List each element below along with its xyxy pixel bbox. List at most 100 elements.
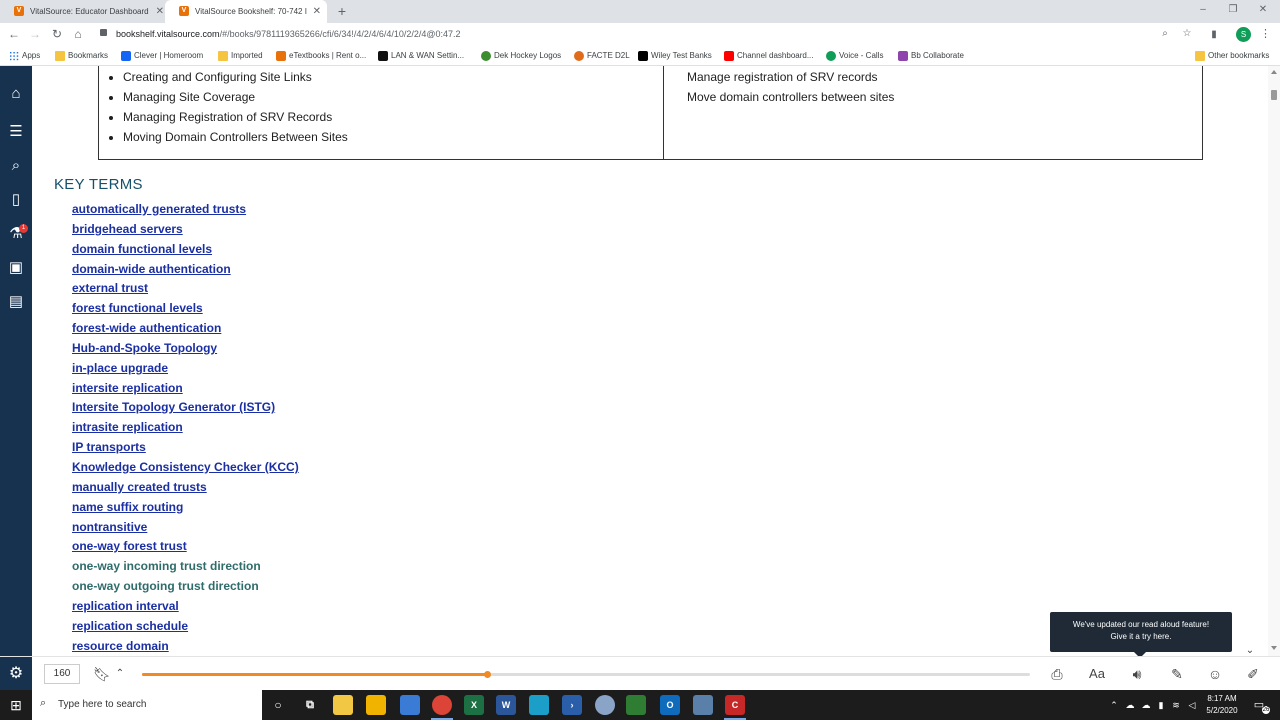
highlighter-pen-icon[interactable]: ✎ <box>1167 664 1187 684</box>
key-term-link[interactable]: forest-wide authentication <box>72 319 299 339</box>
key-term-link[interactable]: domain functional levels <box>72 240 299 260</box>
cortana-icon[interactable]: ○ <box>268 695 288 715</box>
print-icon[interactable]: ⎙ <box>1047 664 1067 684</box>
app-icon[interactable] <box>529 695 549 715</box>
volume-icon[interactable]: ◁ <box>1185 690 1199 720</box>
bookmark-apps[interactable]: Apps <box>9 46 40 66</box>
home-icon[interactable]: ⌂ <box>6 84 26 104</box>
address-bar[interactable]: bookshelf.vitalsource.com/#/books/978111… <box>92 25 1202 44</box>
read-aloud-toast[interactable]: We've updated our read aloud feature! Gi… <box>1050 612 1232 658</box>
key-term-link[interactable]: in-place upgrade <box>72 359 299 379</box>
page-scrollbar[interactable] <box>1268 66 1280 656</box>
battery-icon[interactable]: ▮ <box>1155 690 1167 720</box>
key-term-link[interactable]: external trust <box>72 279 299 299</box>
key-term-link[interactable]: one-way forest trust <box>72 537 299 557</box>
key-term-link[interactable]: forest functional levels <box>72 299 299 319</box>
flashcards-icon[interactable]: ▤ <box>6 292 26 312</box>
notes-app-icon[interactable] <box>626 695 646 715</box>
text-size-icon[interactable]: Aa <box>1087 664 1107 684</box>
table-of-contents-icon[interactable]: ☰ <box>6 122 26 142</box>
image-icon[interactable]: ▣ <box>6 258 26 278</box>
key-term-link[interactable]: domain-wide authentication <box>72 260 299 280</box>
home-icon[interactable]: ⌂ <box>70 26 86 42</box>
taskbar-search-box[interactable]: ⌕ Type here to search <box>32 690 262 720</box>
forward-arrow-icon[interactable]: → <box>27 26 43 42</box>
feedback-icon[interactable]: ☺ <box>1205 664 1225 684</box>
reading-progress-slider[interactable] <box>142 671 1030 678</box>
close-window-button[interactable]: ✕ <box>1248 0 1278 23</box>
mail-icon[interactable] <box>400 695 420 715</box>
powershell-icon[interactable]: › <box>562 695 582 715</box>
bookmark-voice[interactable]: Voice - Calls <box>826 46 883 66</box>
word-icon[interactable]: W <box>496 695 516 715</box>
wifi-icon[interactable]: ≋ <box>1169 690 1183 720</box>
chevron-up-icon[interactable]: ⌃ <box>110 664 130 684</box>
bookmark-clever[interactable]: Clever | Homeroom <box>121 46 203 66</box>
windows-start-icon[interactable]: ⊞ <box>0 690 32 720</box>
store-icon[interactable] <box>366 695 386 715</box>
gear-icon[interactable]: ⚙ <box>0 657 32 691</box>
cloud-icon[interactable]: ☁ <box>1139 690 1153 720</box>
page-number-input[interactable]: 160 <box>44 664 80 684</box>
bookmark-dek-hockey[interactable]: Dek Hockey Logos <box>481 46 561 66</box>
file-explorer-icon[interactable] <box>333 695 353 715</box>
extension-icon[interactable]: ▮ <box>1207 28 1221 42</box>
scroll-thumb[interactable] <box>1271 90 1277 100</box>
star-icon[interactable]: ☆ <box>1180 27 1194 41</box>
read-aloud-speaker-icon[interactable]: 🔊︎ <box>1127 664 1147 684</box>
scroll-up-arrow-icon[interactable] <box>1271 70 1277 74</box>
close-icon[interactable]: ✕ <box>156 0 164 23</box>
bookmark-etextbooks[interactable]: eTextbooks | Rent o... <box>276 46 366 66</box>
new-tab-button[interactable]: + <box>333 2 351 20</box>
scroll-down-arrow-icon[interactable] <box>1271 646 1277 650</box>
key-term-link[interactable]: replication interval <box>72 597 299 617</box>
tab-educator-dashboard[interactable]: V VitalSource: Educator Dashboard ✕ <box>0 0 170 23</box>
key-term-link[interactable]: IP transports <box>72 438 299 458</box>
key-term-link[interactable]: Intersite Topology Generator (ISTG) <box>72 398 299 418</box>
task-view-icon[interactable]: ⧉ <box>300 695 320 715</box>
url-text[interactable]: bookshelf.vitalsource.com/#/books/978111… <box>116 25 461 44</box>
profile-avatar[interactable]: S <box>1236 27 1251 42</box>
bookmark-lan-wan[interactable]: LAN & WAN Settin... <box>378 46 464 66</box>
back-arrow-icon[interactable]: ← <box>6 26 22 42</box>
network-app-icon[interactable] <box>595 695 615 715</box>
chrome-icon[interactable] <box>432 695 452 715</box>
minimize-button[interactable]: – <box>1188 0 1218 23</box>
bookmark-icon[interactable]: 🔖︎ <box>92 664 112 684</box>
key-term-link[interactable]: replication schedule <box>72 617 299 637</box>
system-clock[interactable]: 8:17 AM 5/2/2020 <box>1200 693 1244 717</box>
menu-icon[interactable]: ⋮ <box>1260 27 1271 42</box>
key-term-link[interactable]: automatically generated trusts <box>72 200 299 220</box>
key-term-link[interactable]: nontransitive <box>72 518 299 538</box>
bookmark-bookmarks[interactable]: Bookmarks <box>55 46 108 66</box>
key-term-link[interactable]: resource domain <box>72 637 299 656</box>
key-term-link[interactable]: bridgehead servers <box>72 220 299 240</box>
bookmark-bb-collaborate[interactable]: Bb Collaborate <box>898 46 964 66</box>
key-term-link[interactable]: manually created trusts <box>72 478 299 498</box>
bookmark-imported[interactable]: Imported <box>218 46 263 66</box>
bookmark-other[interactable]: Other bookmarks <box>1195 46 1269 66</box>
tab-bookshelf[interactable]: V VitalSource Bookshelf: 70-742 Ide ✕ <box>165 0 327 23</box>
zoom-icon[interactable]: ⌕ <box>1158 27 1172 41</box>
search-icon[interactable]: ⌕ <box>6 156 26 176</box>
outlook-icon[interactable]: O <box>660 695 680 715</box>
capture-app-icon[interactable]: C <box>725 695 745 715</box>
remote-desktop-icon[interactable] <box>693 695 713 715</box>
notes-icon[interactable]: ✐ <box>1243 664 1263 684</box>
close-icon[interactable]: ✕ <box>313 0 321 23</box>
key-term-link[interactable]: intersite replication <box>72 379 299 399</box>
excel-icon[interactable]: X <box>464 695 484 715</box>
notebook-icon[interactable]: ▯ <box>6 190 26 210</box>
bookmark-wiley[interactable]: Wiley Test Banks <box>638 46 712 66</box>
key-term-link[interactable]: name suffix routing <box>72 498 299 518</box>
tray-chevron-up-icon[interactable]: ⌃ <box>1108 690 1120 720</box>
key-term-link[interactable]: intrasite replication <box>72 418 299 438</box>
reload-icon[interactable]: ↻ <box>49 26 65 42</box>
bookmark-channel-dashboard[interactable]: Channel dashboard... <box>724 46 814 66</box>
key-term-link[interactable]: Knowledge Consistency Checker (KCC) <box>72 458 299 478</box>
maximize-button[interactable]: ❐ <box>1218 0 1248 23</box>
onedrive-icon[interactable]: ☁ <box>1123 690 1137 720</box>
bookmark-facte-d2l[interactable]: FACTE D2L <box>574 46 630 66</box>
key-term-link[interactable]: Hub-and-Spoke Topology <box>72 339 299 359</box>
reading-progress-knob[interactable] <box>484 671 492 678</box>
